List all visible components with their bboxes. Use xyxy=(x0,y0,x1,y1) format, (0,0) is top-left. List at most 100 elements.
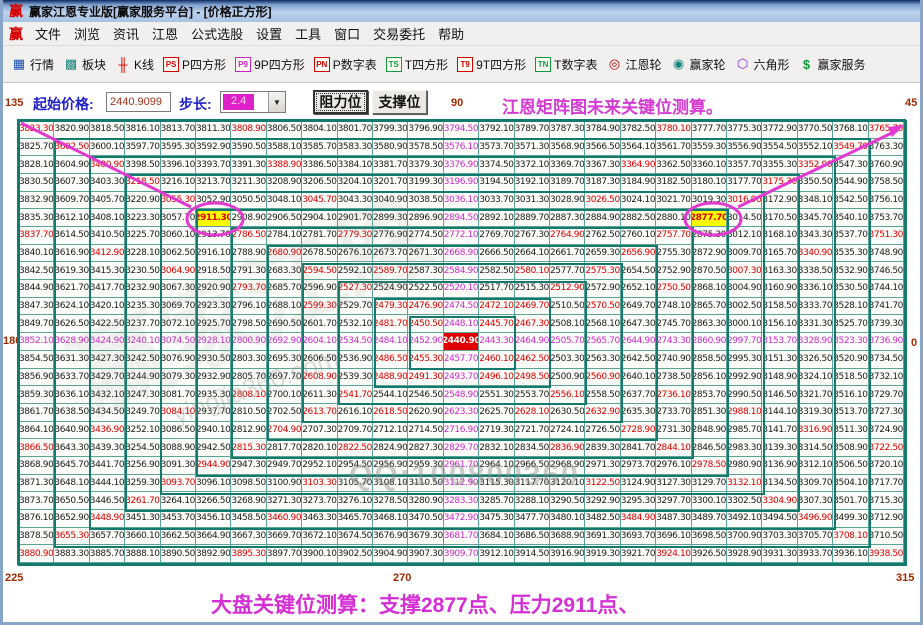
toolbar-button-P四方形[interactable]: PS P四方形 xyxy=(163,56,226,73)
grid-cell: 2836.90 xyxy=(550,439,586,457)
grid-cell: 3201.70 xyxy=(373,174,409,192)
grid-cell: 2592.10 xyxy=(337,262,373,281)
menu-item-公式选股[interactable]: 公式选股 xyxy=(185,25,249,44)
grid-cell: 3883.30 xyxy=(54,545,90,563)
menu-item-工具[interactable]: 工具 xyxy=(289,25,327,44)
grid-cell: 2990.50 xyxy=(727,386,763,404)
kline-icon: ╫ xyxy=(118,56,128,72)
grid-cell: 3604.90 xyxy=(54,156,90,175)
service-icon: $ xyxy=(802,56,811,72)
grid-cell: 3712.90 xyxy=(868,509,904,528)
resistance-button[interactable]: 阻力位 xyxy=(313,90,368,114)
9p-square-icon: P9 xyxy=(235,56,252,72)
grid-cell: 2582.50 xyxy=(479,262,515,281)
grid-cell: 2671.30 xyxy=(408,244,444,263)
grid-cell: 2779.30 xyxy=(337,227,373,245)
grid-cell: 3907.30 xyxy=(408,545,444,563)
menu-item-资讯[interactable]: 资讯 xyxy=(107,25,145,44)
grid-cell: 3429.70 xyxy=(89,368,126,387)
toolbar-button-P数字表[interactable]: PN P数字表 xyxy=(313,56,377,73)
grid-cell: 3715.30 xyxy=(868,492,904,510)
toolbar-label: K线 xyxy=(134,57,155,72)
grid-cell: 3592.90 xyxy=(196,138,232,157)
grid-cell: 2539.30 xyxy=(337,368,373,387)
menu-item-帮助[interactable]: 帮助 xyxy=(432,25,470,44)
grid-cell: 2841.70 xyxy=(620,439,657,457)
toolbar-button-T数字表[interactable]: TN T数字表 xyxy=(535,56,597,73)
toolbar-button-六角形[interactable]: ⬡ 六角形 xyxy=(735,56,790,73)
grid-cell: 3252.10 xyxy=(125,421,161,440)
grid-cell: 3040.90 xyxy=(373,191,409,210)
toolbar-button-T四方形[interactable]: TS T四方形 xyxy=(385,56,448,73)
p-square-icon: PS xyxy=(163,56,180,72)
toolbar-button-板块[interactable]: ▩ 板块 xyxy=(63,56,106,73)
grid-cell: 3432.10 xyxy=(89,386,126,404)
grid-cell: 3806.50 xyxy=(266,121,303,139)
menu-item-江恩[interactable]: 江恩 xyxy=(146,25,184,44)
toolbar-button-行情[interactable]: ▦ 行情 xyxy=(11,56,54,73)
grid-cell: 3638.50 xyxy=(54,403,90,422)
grid-cell: 2529.70 xyxy=(337,297,373,316)
grid-cell: 3607.30 xyxy=(54,174,90,192)
grid-cell: 2563.30 xyxy=(585,350,621,369)
grid-cell: 3926.50 xyxy=(691,545,727,563)
grid-cell: 2913.70 xyxy=(196,227,232,245)
grid-cell: 3064.90 xyxy=(160,262,196,281)
grid-cell: 3343.30 xyxy=(797,227,834,245)
grid-cell: 2745.70 xyxy=(656,315,692,334)
toolbar-button-江恩轮[interactable]: ◎ 江恩轮 xyxy=(606,56,662,73)
grid-cell: 3276.10 xyxy=(337,492,373,510)
toolbar-button-K线[interactable]: ╫ K线 xyxy=(115,56,154,73)
grid-cell: 3196.90 xyxy=(443,174,480,192)
grid-cell: 2882.50 xyxy=(620,209,657,228)
grid-cell: 2880.10 xyxy=(656,209,692,228)
grid-cell: 2556.10 xyxy=(550,386,586,404)
grid-cell: 3892.90 xyxy=(196,545,232,563)
menu-item-交易委托[interactable]: 交易委托 xyxy=(367,25,431,44)
grid-cell: 2695.30 xyxy=(266,350,303,369)
grid-cell: 3244.90 xyxy=(125,368,161,387)
grid-cell: 3045.70 xyxy=(302,191,338,210)
grid-cell: 3139.30 xyxy=(762,439,798,457)
menu-item-浏览[interactable]: 浏览 xyxy=(68,25,106,44)
grid-cell: 3208.90 xyxy=(266,174,303,192)
chevron-down-icon[interactable]: ▼ xyxy=(268,92,285,112)
sector-blocks-icon: ▩ xyxy=(64,56,78,71)
toolbar-button-赢家轮[interactable]: ◉ 赢家轮 xyxy=(670,56,726,73)
menu-item-文件[interactable]: 文件 xyxy=(29,25,67,44)
grid-cell: 3386.50 xyxy=(302,156,338,175)
menu-item-设置[interactable]: 设置 xyxy=(250,25,288,44)
grid-cell: 3748.90 xyxy=(868,244,904,263)
header-note: 江恩矩阵图未来关键位测算。 xyxy=(502,98,723,117)
toolbar-button-赢家服务[interactable]: $ 赢家服务 xyxy=(799,56,866,73)
grid-cell: 2736.10 xyxy=(656,386,692,404)
grid-cell: 3703.30 xyxy=(762,527,798,546)
grid-cell: 3585.70 xyxy=(302,138,338,157)
grid-cell: 3741.70 xyxy=(868,297,904,316)
grid-cell: 2767.30 xyxy=(514,227,550,245)
grid-cell: 3799.30 xyxy=(373,121,409,139)
grid-cell: 2654.50 xyxy=(620,262,657,281)
grid-cell: 3170.50 xyxy=(762,209,798,228)
grid-cell: 2719.30 xyxy=(479,421,515,440)
angle-label-270: 270 xyxy=(393,572,412,584)
menu-item-窗口[interactable]: 窗口 xyxy=(328,25,366,44)
support-button[interactable]: 支撑位 xyxy=(372,90,427,114)
grid-cell: 2726.50 xyxy=(585,421,621,440)
grid-cell: 3933.70 xyxy=(797,545,834,563)
toolbar-button-9P四方形[interactable]: P9 9P四方形 xyxy=(235,56,305,73)
grid-cell: 3818.50 xyxy=(89,121,126,139)
grid-cell: 3547.30 xyxy=(833,156,869,175)
grid-cell: 3528.10 xyxy=(833,297,869,316)
step-select[interactable]: 2.4 ▼ xyxy=(220,91,286,113)
grid-cell: 3590.50 xyxy=(231,138,267,157)
grid-cell: 2803.30 xyxy=(231,350,267,369)
grid-cell: 2628.10 xyxy=(514,403,550,422)
grid-cell: 3336.10 xyxy=(797,280,834,298)
grid-cell: 3403.30 xyxy=(89,174,126,192)
start-price-input[interactable] xyxy=(106,92,171,112)
grid-cell: 3696.10 xyxy=(656,527,692,546)
toolbar-button-9T四方形[interactable]: T9 9T四方形 xyxy=(457,56,526,73)
grid-cell: 3602.50 xyxy=(54,138,90,157)
grid-cell: 2464.90 xyxy=(514,333,550,351)
